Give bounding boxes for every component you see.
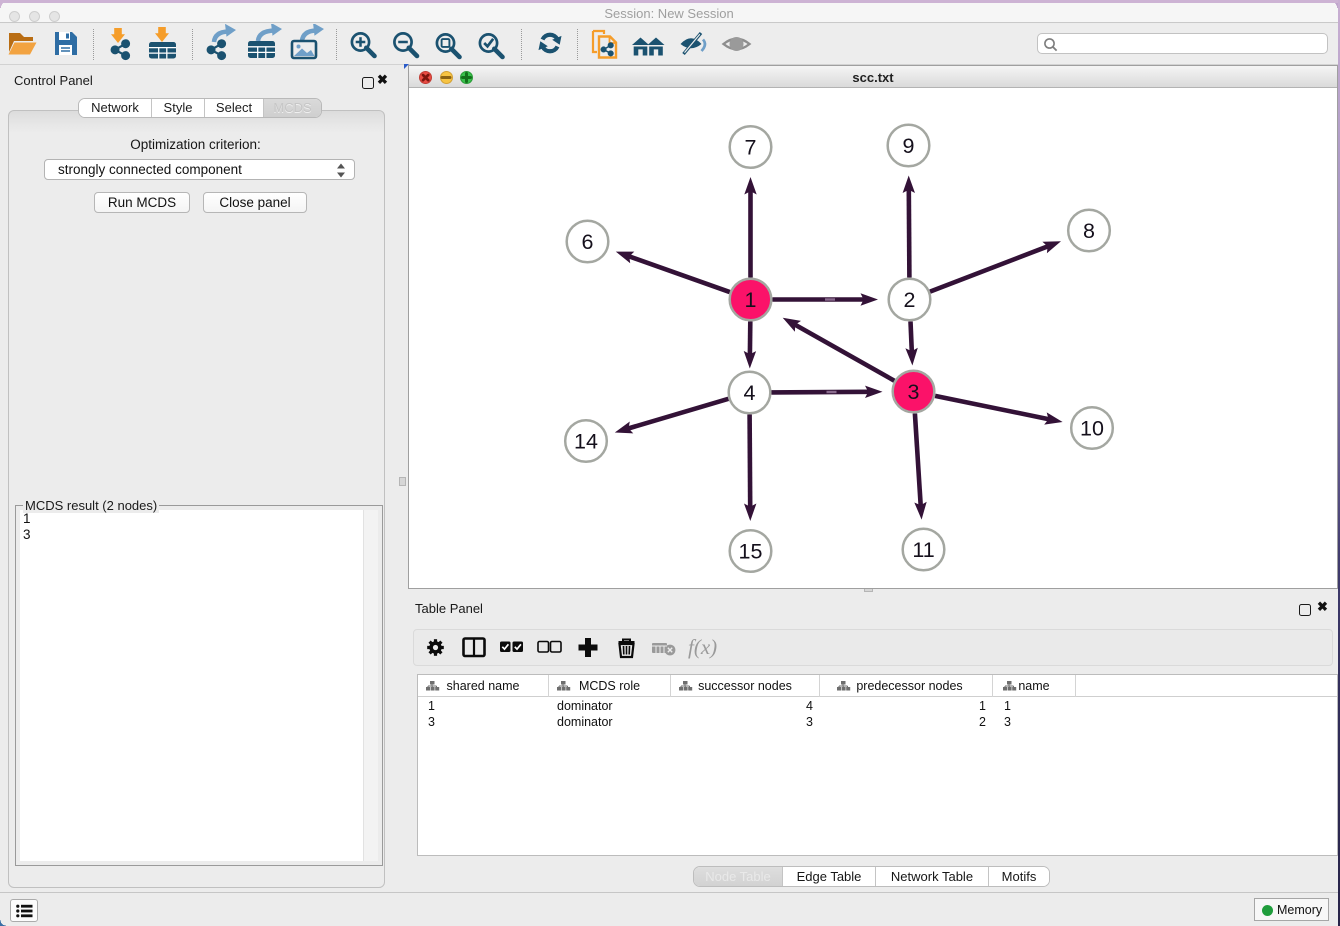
svg-text:10: 10	[1080, 417, 1104, 441]
svg-text:9: 9	[903, 134, 915, 158]
svg-text:6: 6	[582, 230, 594, 254]
svg-text:3: 3	[908, 380, 920, 404]
svg-text:1: 1	[745, 288, 757, 312]
svg-text:2: 2	[904, 288, 916, 312]
svg-text:14: 14	[574, 430, 598, 454]
svg-text:4: 4	[744, 381, 756, 405]
svg-text:f(x): f(x)	[688, 635, 717, 659]
svg-text:15: 15	[739, 540, 763, 564]
svg-text:11: 11	[912, 538, 934, 562]
svg-text:8: 8	[1083, 219, 1095, 243]
svg-text:7: 7	[745, 136, 757, 160]
